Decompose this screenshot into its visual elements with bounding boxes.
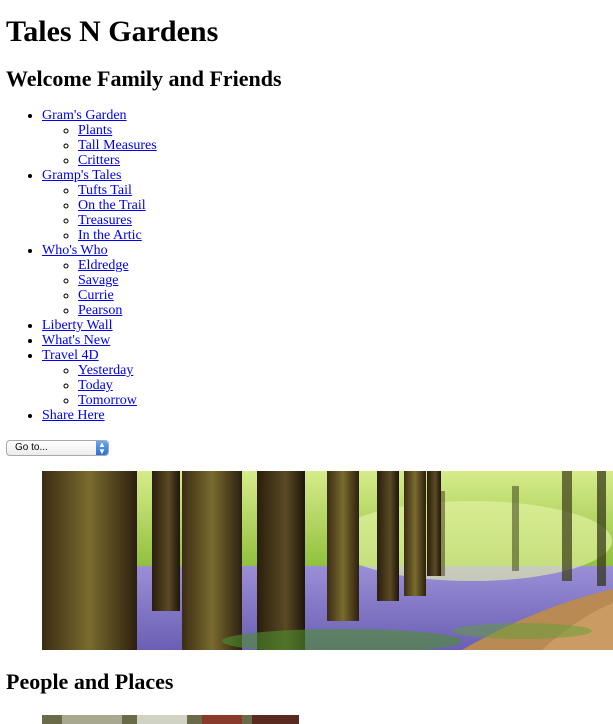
submenu-item: Eldredge [78,258,157,273]
nav-link-share-here[interactable]: Share Here [42,408,105,423]
submenu-item: Plants [78,123,157,138]
submenu-item: Tall Measures [78,138,157,153]
nav-item-gramps-tales: Gramp's Tales Tufts Tail On the Trail Tr… [42,168,157,243]
submenu-whos-who: Eldredge Savage Currie Pearson [42,258,157,318]
nav-link-currie[interactable]: Currie [78,288,114,303]
goto-select[interactable]: Go to... ▲ ▼ [6,440,109,456]
nav-link-whos-who[interactable]: Who's Who [42,243,108,258]
people-and-places-heading: People and Places [6,669,174,694]
select-arrows-icon: ▲ ▼ [96,441,108,455]
nav-link-travel-4d[interactable]: Travel 4D [42,348,99,363]
nav-link-grams-garden[interactable]: Gram's Garden [42,108,127,123]
nav-link-in-the-artic[interactable]: In the Artic [78,228,142,243]
submenu-item: Critters [78,153,157,168]
nav-link-whats-new[interactable]: What's New [42,333,110,348]
page: Tales N Gardens Welcome Family and Frien… [0,0,613,724]
submenu-grams-garden: Plants Tall Measures Critters [42,123,157,168]
submenu-item: Savage [78,273,157,288]
nav-link-savage[interactable]: Savage [78,273,118,288]
submenu-item: Yesterday [78,363,157,378]
goto-selected-value: Go to... [15,442,48,453]
submenu-item: On the Trail [78,198,157,213]
nav-link-tufts-tail[interactable]: Tufts Tail [78,183,132,198]
submenu-item: Currie [78,288,157,303]
nav-link-treasures[interactable]: Treasures [78,213,132,228]
forest-banner-image [42,471,613,650]
nav-link-yesterday[interactable]: Yesterday [78,363,133,378]
nav-link-tall-measures[interactable]: Tall Measures [78,138,157,153]
submenu-item: Today [78,378,157,393]
people-and-places-image [42,713,299,724]
main-nav: Gram's Garden Plants Tall Measures Critt… [0,108,157,423]
submenu-item: In the Artic [78,228,157,243]
nav-item-whats-new: What's New [42,333,157,348]
nav-link-pearson[interactable]: Pearson [78,303,122,318]
submenu-gramps-tales: Tufts Tail On the Trail Treasures In the… [42,183,157,243]
nav-item-liberty-wall: Liberty Wall [42,318,157,333]
nav-item-grams-garden: Gram's Garden Plants Tall Measures Critt… [42,108,157,168]
nav-link-plants[interactable]: Plants [78,123,112,138]
nav-link-on-the-trail[interactable]: On the Trail [78,198,146,213]
nav-link-tomorrow[interactable]: Tomorrow [78,393,137,408]
nav-link-critters[interactable]: Critters [78,153,120,168]
nav-link-gramps-tales[interactable]: Gramp's Tales [42,168,121,183]
submenu-item: Treasures [78,213,157,228]
submenu-item: Tomorrow [78,393,157,408]
nav-item-share-here: Share Here [42,408,157,423]
welcome-heading: Welcome Family and Friends [6,66,282,91]
nav-item-whos-who: Who's Who Eldredge Savage Currie Pearson [42,243,157,318]
nav-item-travel-4d: Travel 4D Yesterday Today Tomorrow [42,348,157,408]
submenu-item: Pearson [78,303,157,318]
submenu-item: Tufts Tail [78,183,157,198]
nav-link-today[interactable]: Today [78,378,113,393]
nav-link-eldredge[interactable]: Eldredge [78,258,129,273]
nav-link-liberty-wall[interactable]: Liberty Wall [42,318,113,333]
site-title: Tales N Gardens [6,15,219,48]
submenu-travel-4d: Yesterday Today Tomorrow [42,363,157,408]
